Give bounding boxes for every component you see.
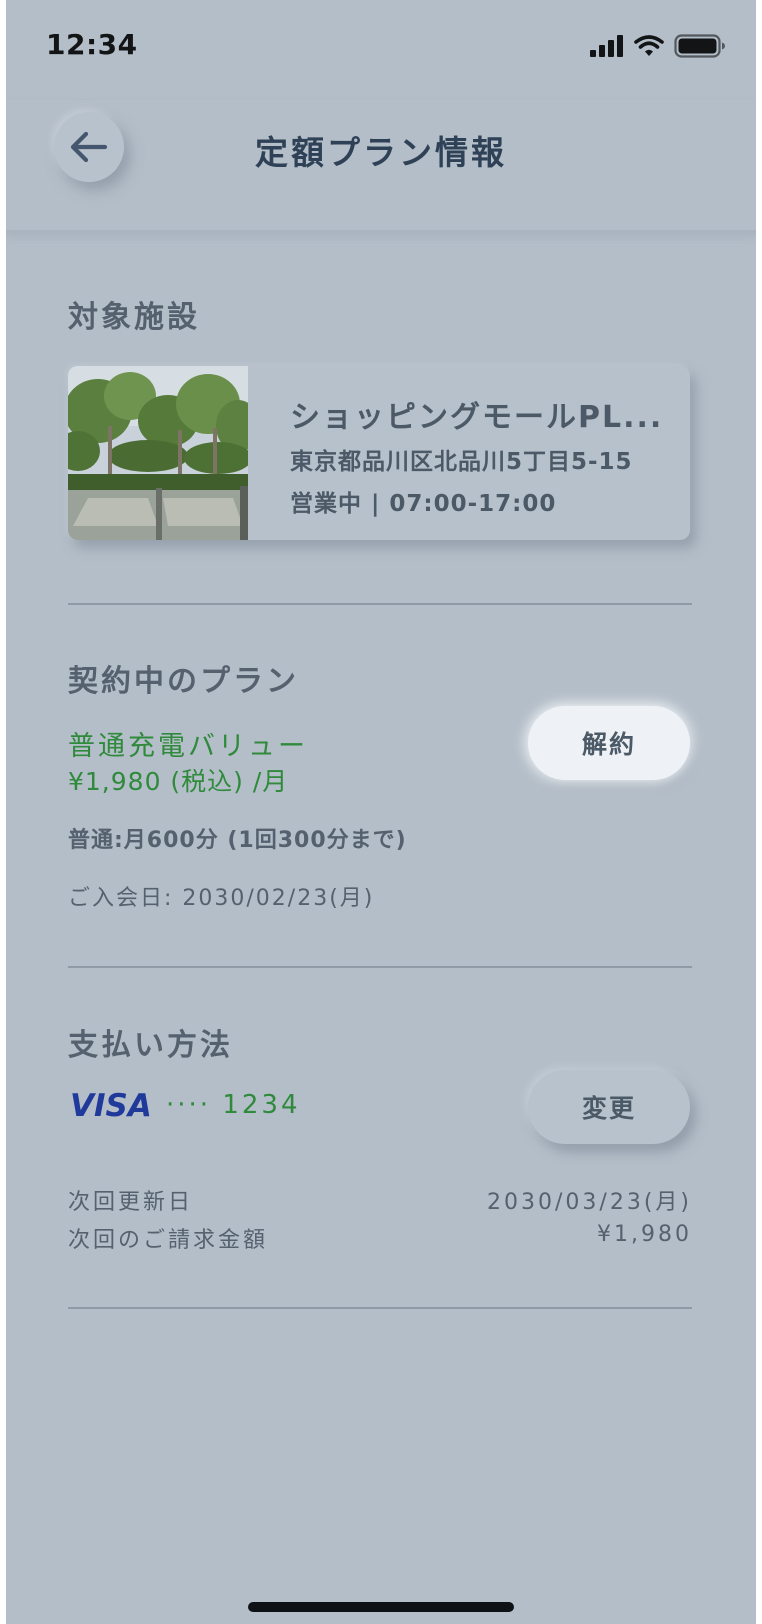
card-number: ···· 1234 xyxy=(166,1090,301,1120)
facility-address: 東京都品川区北品川5丁目5-15 xyxy=(290,449,633,475)
plan-limit: 普通:月600分 (1回300分まで) xyxy=(68,828,407,853)
next-billing-value: ¥1,980 xyxy=(597,1222,692,1247)
next-renewal-value: 2030/03/23(月) xyxy=(487,1190,692,1215)
plan-name: 普通充電バリュー xyxy=(68,731,308,762)
facility-hours: 営業中 | 07:00-17:00 xyxy=(290,491,557,517)
facility-card[interactable]: ショッピングモールPL... 東京都品川区北品川5丁目5-15 営業中 | 07… xyxy=(68,366,690,540)
plan-section-title: 契約中のプラン xyxy=(68,664,299,699)
status-icons xyxy=(590,34,726,58)
section-divider xyxy=(68,966,692,968)
header-bar: 定額プラン情報 xyxy=(6,100,756,234)
status-time: 12:34 xyxy=(46,28,138,61)
visa-logo: VISA xyxy=(70,1088,152,1124)
cancel-plan-button[interactable]: 解約 xyxy=(528,706,690,780)
payment-section-title: 支払い方法 xyxy=(68,1028,233,1063)
facility-section-title: 対象施設 xyxy=(68,300,200,335)
plan-price: ¥1,980 (税込) /月 xyxy=(68,767,289,796)
section-divider xyxy=(68,603,692,605)
page-title: 定額プラン情報 xyxy=(255,133,507,172)
section-divider xyxy=(68,1307,692,1309)
join-date: ご入会日: 2030/02/23(月) xyxy=(68,886,375,911)
facility-photo xyxy=(68,366,248,540)
next-billing-label: 次回のご請求金額 xyxy=(68,1228,269,1253)
next-renewal-label: 次回更新日 xyxy=(68,1190,194,1215)
change-payment-button[interactable]: 変更 xyxy=(528,1070,690,1144)
facility-name: ショッピングモールPL... xyxy=(290,400,664,435)
wifi-icon xyxy=(634,35,664,56)
app-screen: 12:34 定額プラン情報 対象施設 ショッピングモールPL... 東京都品川区… xyxy=(6,0,756,1624)
signal-icon xyxy=(590,35,623,57)
battery-icon xyxy=(674,34,725,58)
home-indicator[interactable] xyxy=(248,1602,514,1612)
